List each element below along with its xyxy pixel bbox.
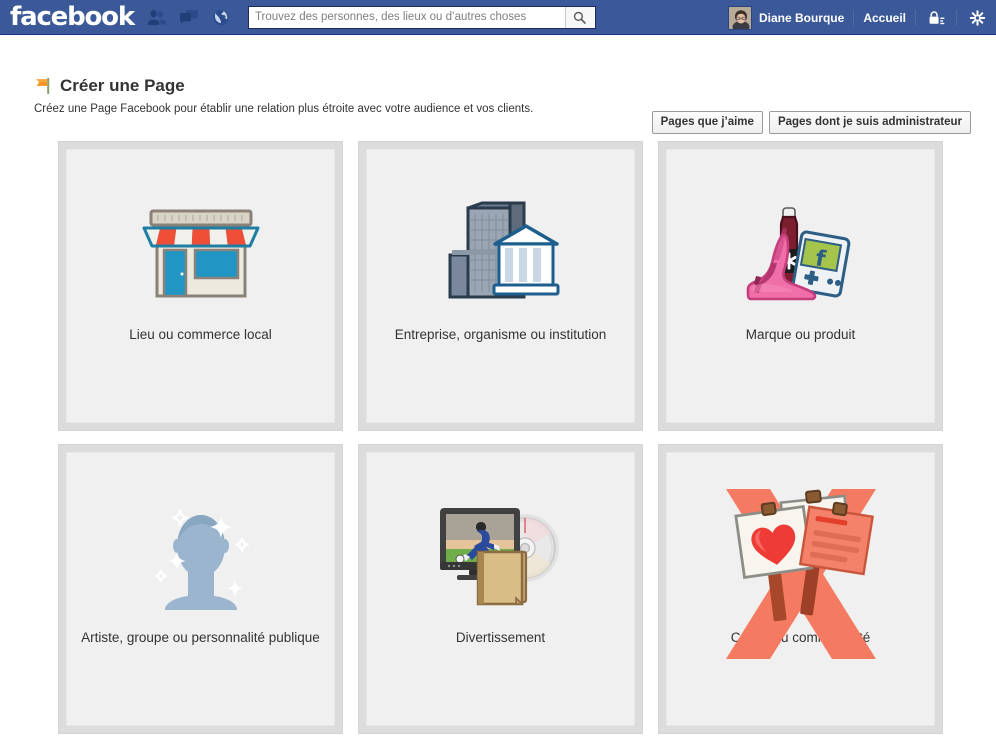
awareness-ribbon-signs-icon [667, 481, 934, 666]
pages-i-like-button[interactable]: Pages que j’aime [651, 111, 763, 134]
category-card-entertainment[interactable]: Divertissement [358, 444, 643, 734]
orange-flag-icon [36, 78, 50, 94]
category-label: Marque ou produit [745, 327, 856, 342]
card-inner: f Marque ou produit [666, 149, 935, 423]
storefront-icon [67, 195, 334, 310]
office-and-institution-icon [367, 195, 634, 310]
avatar[interactable] [727, 5, 752, 30]
pages-i-admin-button[interactable]: Pages dont je suis administrateur [768, 111, 971, 134]
facebook-top-navigation-bar: facebook Trouvez des personnes, des lieu… [0, 0, 996, 35]
header-divider-3 [956, 9, 957, 26]
page-title-row: Créer une Page [34, 76, 185, 96]
category-label: Artiste, groupe ou personnalité publique [81, 630, 320, 645]
category-label: Entreprise, organisme ou institution [394, 327, 607, 342]
category-card-brand-product[interactable]: f Marque ou produit [658, 141, 943, 431]
messages-icon[interactable] [178, 6, 200, 28]
card-inner: Artiste, groupe ou personnalité publique [66, 452, 335, 726]
card-inner: Divertissement [366, 452, 635, 726]
search-input[interactable] [248, 6, 565, 28]
privacy-lock-icon[interactable] [925, 7, 947, 29]
tv-disc-book-icon [367, 498, 634, 613]
card-inner: Cause ou communauté [666, 452, 935, 726]
header-icon-group [146, 6, 232, 28]
user-name[interactable]: Diane Bourque [759, 11, 844, 25]
card-inner: Lieu ou commerce local [66, 149, 335, 423]
facebook-logo[interactable]: facebook [10, 4, 135, 30]
search-bar[interactable] [247, 5, 596, 29]
category-card-artist-public-figure[interactable]: Artiste, groupe ou personnalité publique [58, 444, 343, 734]
header-divider-2 [915, 9, 916, 26]
sparkling-silhouette-icon [67, 498, 334, 613]
page-category-grid: Lieu ou commerce local Entreprise, organ… [58, 141, 943, 734]
page-title: Créer une Page [60, 76, 185, 95]
friend-requests-icon[interactable] [146, 6, 168, 28]
header-divider-1 [853, 9, 855, 26]
category-card-local-business[interactable]: Lieu ou commerce local [58, 141, 343, 431]
page-header: Créer une Page Créez une Page Facebook p… [0, 35, 996, 134]
notifications-icon[interactable] [210, 6, 232, 28]
page-subtitle: Créez une Page Facebook pour établir une… [34, 103, 534, 115]
gear-icon[interactable] [966, 7, 988, 29]
category-card-company-organization[interactable]: Entreprise, organisme ou institution [358, 141, 643, 431]
shoe-bottle-console-icon: f [667, 195, 934, 310]
home-link[interactable]: Accueil [863, 11, 906, 25]
category-label: Divertissement [455, 630, 546, 645]
category-card-cause-community[interactable]: Cause ou communauté [658, 444, 943, 734]
header-button-group: Pages que j’aime Pages dont je suis admi… [651, 111, 971, 134]
card-inner: Entreprise, organisme ou institution [366, 149, 635, 423]
category-label: Lieu ou commerce local [129, 327, 272, 342]
account-area: Diane Bourque Accueil [727, 0, 988, 35]
search-icon[interactable] [564, 6, 594, 28]
